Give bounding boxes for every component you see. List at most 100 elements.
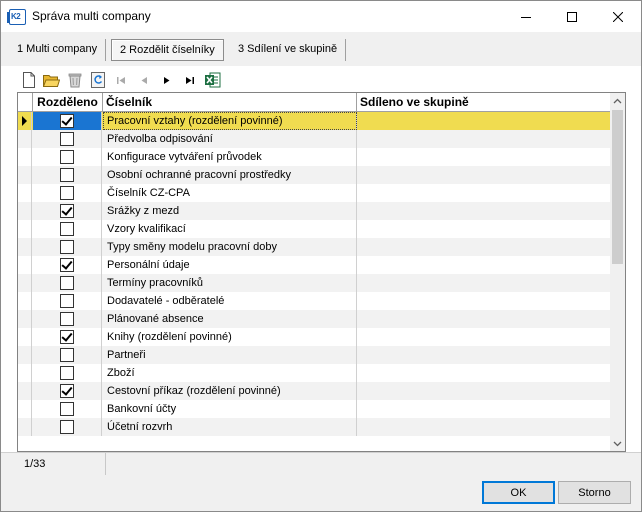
title-bar[interactable]: K2 Správa multi company	[1, 1, 641, 32]
shared-group-cell[interactable]	[357, 382, 610, 400]
split-checkbox[interactable]	[60, 384, 74, 398]
maximize-button[interactable]	[549, 1, 595, 32]
open-button[interactable]	[40, 70, 63, 90]
vertical-scrollbar[interactable]	[610, 93, 625, 451]
codebook-name-cell[interactable]: Zboží	[103, 364, 357, 382]
minimize-button[interactable]	[503, 1, 549, 32]
codebook-name-cell[interactable]: Číselník CZ-CPA	[103, 184, 357, 202]
table-row[interactable]: Termíny pracovníků	[18, 274, 610, 292]
shared-group-cell[interactable]	[357, 130, 610, 148]
table-row[interactable]: Účetní rozvrh	[18, 418, 610, 436]
close-button[interactable]	[595, 1, 641, 32]
table-row[interactable]: Typy směny modelu pracovní doby	[18, 238, 610, 256]
header-split[interactable]: Rozděleno	[33, 93, 103, 111]
split-checkbox[interactable]	[60, 366, 74, 380]
split-checkbox[interactable]	[60, 240, 74, 254]
codebook-name-cell[interactable]: Personální údaje	[103, 256, 357, 274]
shared-group-cell[interactable]	[357, 256, 610, 274]
table-row[interactable]: Partneři	[18, 346, 610, 364]
codebook-name-cell[interactable]: Partneři	[103, 346, 357, 364]
split-checkbox[interactable]	[60, 330, 74, 344]
table-row[interactable]: Předvolba odpisování	[18, 130, 610, 148]
split-checkbox[interactable]	[60, 294, 74, 308]
ok-button[interactable]: OK	[482, 481, 555, 504]
table-row[interactable]: Cestovní příkaz (rozdělení povinné)	[18, 382, 610, 400]
table-row[interactable]: Knihy (rozdělení povinné)	[18, 328, 610, 346]
shared-group-cell[interactable]	[357, 166, 610, 184]
shared-group-cell[interactable]	[357, 112, 610, 130]
split-checkbox[interactable]	[60, 258, 74, 272]
shared-group-cell[interactable]	[357, 328, 610, 346]
codebook-name-cell[interactable]: Knihy (rozdělení povinné)	[103, 328, 357, 346]
split-checkbox[interactable]	[60, 420, 74, 434]
split-checkbox[interactable]	[60, 312, 74, 326]
shared-group-cell[interactable]	[357, 418, 610, 436]
shared-group-cell[interactable]	[357, 346, 610, 364]
table-row[interactable]: Zboží	[18, 364, 610, 382]
split-checkbox[interactable]	[60, 348, 74, 362]
split-checkbox[interactable]	[60, 150, 74, 164]
tab-multi-company[interactable]: 1 Multi company	[9, 39, 107, 61]
table-row[interactable]: Číselník CZ-CPA	[18, 184, 610, 202]
table-row[interactable]: Personální údaje	[18, 256, 610, 274]
codebook-name-cell[interactable]: Vzory kvalifikací	[103, 220, 357, 238]
header-shared-group[interactable]: Sdíleno ve skupině	[357, 93, 610, 111]
shared-group-cell[interactable]	[357, 238, 610, 256]
table-row[interactable]: Dodavatelé - odběratelé	[18, 292, 610, 310]
table-row[interactable]: Osobní ochranné pracovní prostředky	[18, 166, 610, 184]
delete-button[interactable]	[63, 70, 86, 90]
table-row[interactable]: Srážky z mezd	[18, 202, 610, 220]
scroll-down-button[interactable]	[610, 436, 625, 451]
last-record-button[interactable]	[178, 70, 201, 90]
export-excel-button[interactable]	[201, 70, 224, 90]
shared-group-cell[interactable]	[357, 292, 610, 310]
tab-group-sharing[interactable]: 3 Sdílení ve skupině	[230, 39, 347, 61]
codebook-name-cell[interactable]: Typy směny modelu pracovní doby	[103, 238, 357, 256]
table-row[interactable]: Vzory kvalifikací	[18, 220, 610, 238]
table-row[interactable]: Plánované absence	[18, 310, 610, 328]
row-indicator	[18, 274, 32, 292]
shared-group-cell[interactable]	[357, 400, 610, 418]
row-indicator	[18, 400, 32, 418]
codebook-name-cell[interactable]: Termíny pracovníků	[103, 274, 357, 292]
split-checkbox[interactable]	[60, 168, 74, 182]
table-row[interactable]: Pracovní vztahy (rozdělení povinné)	[18, 112, 610, 130]
codebook-name-cell[interactable]: Dodavatelé - odběratelé	[103, 292, 357, 310]
next-record-button[interactable]	[155, 70, 178, 90]
codebook-grid[interactable]: Rozděleno Číselník Sdíleno ve skupině Pr…	[17, 92, 626, 452]
split-checkbox[interactable]	[60, 276, 74, 290]
scroll-up-button[interactable]	[610, 93, 625, 108]
shared-group-cell[interactable]	[357, 274, 610, 292]
codebook-name-cell[interactable]: Cestovní příkaz (rozdělení povinné)	[103, 382, 357, 400]
split-checkbox[interactable]	[60, 186, 74, 200]
shared-group-cell[interactable]	[357, 220, 610, 238]
codebook-name-cell[interactable]: Osobní ochranné pracovní prostředky	[103, 166, 357, 184]
codebook-name-cell[interactable]: Srážky z mezd	[103, 202, 357, 220]
shared-group-cell[interactable]	[357, 364, 610, 382]
split-checkbox[interactable]	[60, 132, 74, 146]
new-button[interactable]	[17, 70, 40, 90]
first-record-button[interactable]	[109, 70, 132, 90]
codebook-name-cell[interactable]: Účetní rozvrh	[103, 418, 357, 436]
split-checkbox[interactable]	[60, 222, 74, 236]
scroll-thumb[interactable]	[612, 110, 623, 264]
tab-split-codebooks[interactable]: 2 Rozdělit číselníky	[111, 39, 224, 61]
codebook-name-cell[interactable]: Předvolba odpisování	[103, 130, 357, 148]
table-row[interactable]: Konfigurace vytváření průvodek	[18, 148, 610, 166]
codebook-name-cell[interactable]: Pracovní vztahy (rozdělení povinné)	[103, 112, 357, 130]
split-checkbox[interactable]	[60, 204, 74, 218]
table-row[interactable]: Bankovní účty	[18, 400, 610, 418]
shared-group-cell[interactable]	[357, 184, 610, 202]
shared-group-cell[interactable]	[357, 202, 610, 220]
refresh-button[interactable]	[86, 70, 109, 90]
shared-group-cell[interactable]	[357, 148, 610, 166]
split-checkbox[interactable]	[60, 402, 74, 416]
header-codebook[interactable]: Číselník	[103, 93, 357, 111]
codebook-name-cell[interactable]: Konfigurace vytváření průvodek	[103, 148, 357, 166]
split-checkbox[interactable]	[60, 114, 74, 128]
previous-record-button[interactable]	[132, 70, 155, 90]
codebook-name-cell[interactable]: Plánované absence	[103, 310, 357, 328]
codebook-name-cell[interactable]: Bankovní účty	[103, 400, 357, 418]
shared-group-cell[interactable]	[357, 310, 610, 328]
cancel-button[interactable]: Storno	[558, 481, 631, 504]
